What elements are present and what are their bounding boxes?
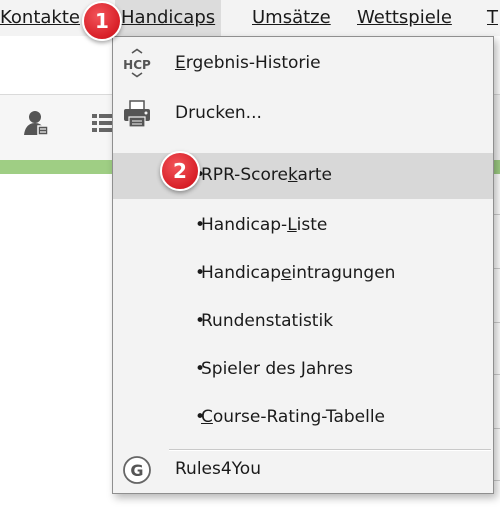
menu-t[interactable]: T (487, 7, 498, 28)
step-badge-1: 1 (82, 1, 122, 41)
menu-handicaps-label: Handicaps (121, 7, 216, 28)
menu-handicaps[interactable]: Handicaps (115, 0, 222, 36)
menu-wettspiele-label: Wettspiele (357, 7, 452, 28)
menu-umsaetze-label: Umsätze (252, 7, 331, 28)
printer-icon (121, 98, 153, 130)
g-circle-icon: G (121, 454, 153, 486)
menu-item-ergebnis-historie[interactable]: HCP Ergebnis-Historie (113, 41, 493, 87)
menu-kontakte-mnemonic: Kontakte (0, 7, 80, 28)
menu-t-label: T (487, 7, 498, 28)
menu-item-handicapeintragungen-label: Handicapeintragungen (201, 263, 396, 283)
menu-item-drucken-label: Drucken... (175, 103, 262, 123)
contact-person-icon[interactable] (22, 109, 50, 141)
step-badge-2: 2 (160, 151, 200, 191)
menu-bar: Kontakte Handicaps Umsätze Wettspiele T (0, 0, 500, 36)
menu-item-handicapeintragungen[interactable]: • Handicapeintragungen (113, 251, 493, 297)
list-icon[interactable] (92, 109, 114, 141)
svg-text:HCP: HCP (123, 58, 151, 72)
menu-item-ergebnis-historie-label: Ergebnis-Historie (175, 53, 321, 73)
menu-item-handicap-liste[interactable]: • Handicap-Liste (113, 203, 493, 249)
menu-umsaetze[interactable]: Umsätze (252, 7, 331, 28)
menu-item-drucken[interactable]: Drucken... (113, 91, 493, 137)
menu-item-rundenstatistik[interactable]: • Rundenstatistik (113, 299, 493, 345)
menu-item-rundenstatistik-label: Rundenstatistik (201, 311, 334, 331)
menu-item-rules4you[interactable]: G Rules4You (113, 447, 493, 493)
menu-item-course-rating-tabelle-label: Course-Rating-Tabelle (201, 407, 386, 427)
handicaps-dropdown-menu: HCP Ergebnis-Historie Drucken... • RPR-S… (112, 36, 494, 494)
menu-item-rules4you-label: Rules4You (175, 459, 261, 479)
menu-item-handicap-liste-label: Handicap-Liste (201, 215, 328, 235)
menu-item-course-rating-tabelle[interactable]: • Course-Rating-Tabelle (113, 395, 493, 441)
menu-kontakte[interactable]: Kontakte (0, 7, 80, 28)
menu-item-rpr-scorekarte-label: RPR-Scorekarte (201, 165, 333, 185)
menu-wettspiele[interactable]: Wettspiele (357, 7, 452, 28)
svg-text:G: G (130, 461, 143, 480)
menu-item-spieler-des-jahres[interactable]: • Spieler des Jahres (113, 347, 493, 393)
hcp-icon: HCP (121, 48, 153, 80)
menu-item-spieler-des-jahres-label: Spieler des Jahres (201, 359, 353, 379)
